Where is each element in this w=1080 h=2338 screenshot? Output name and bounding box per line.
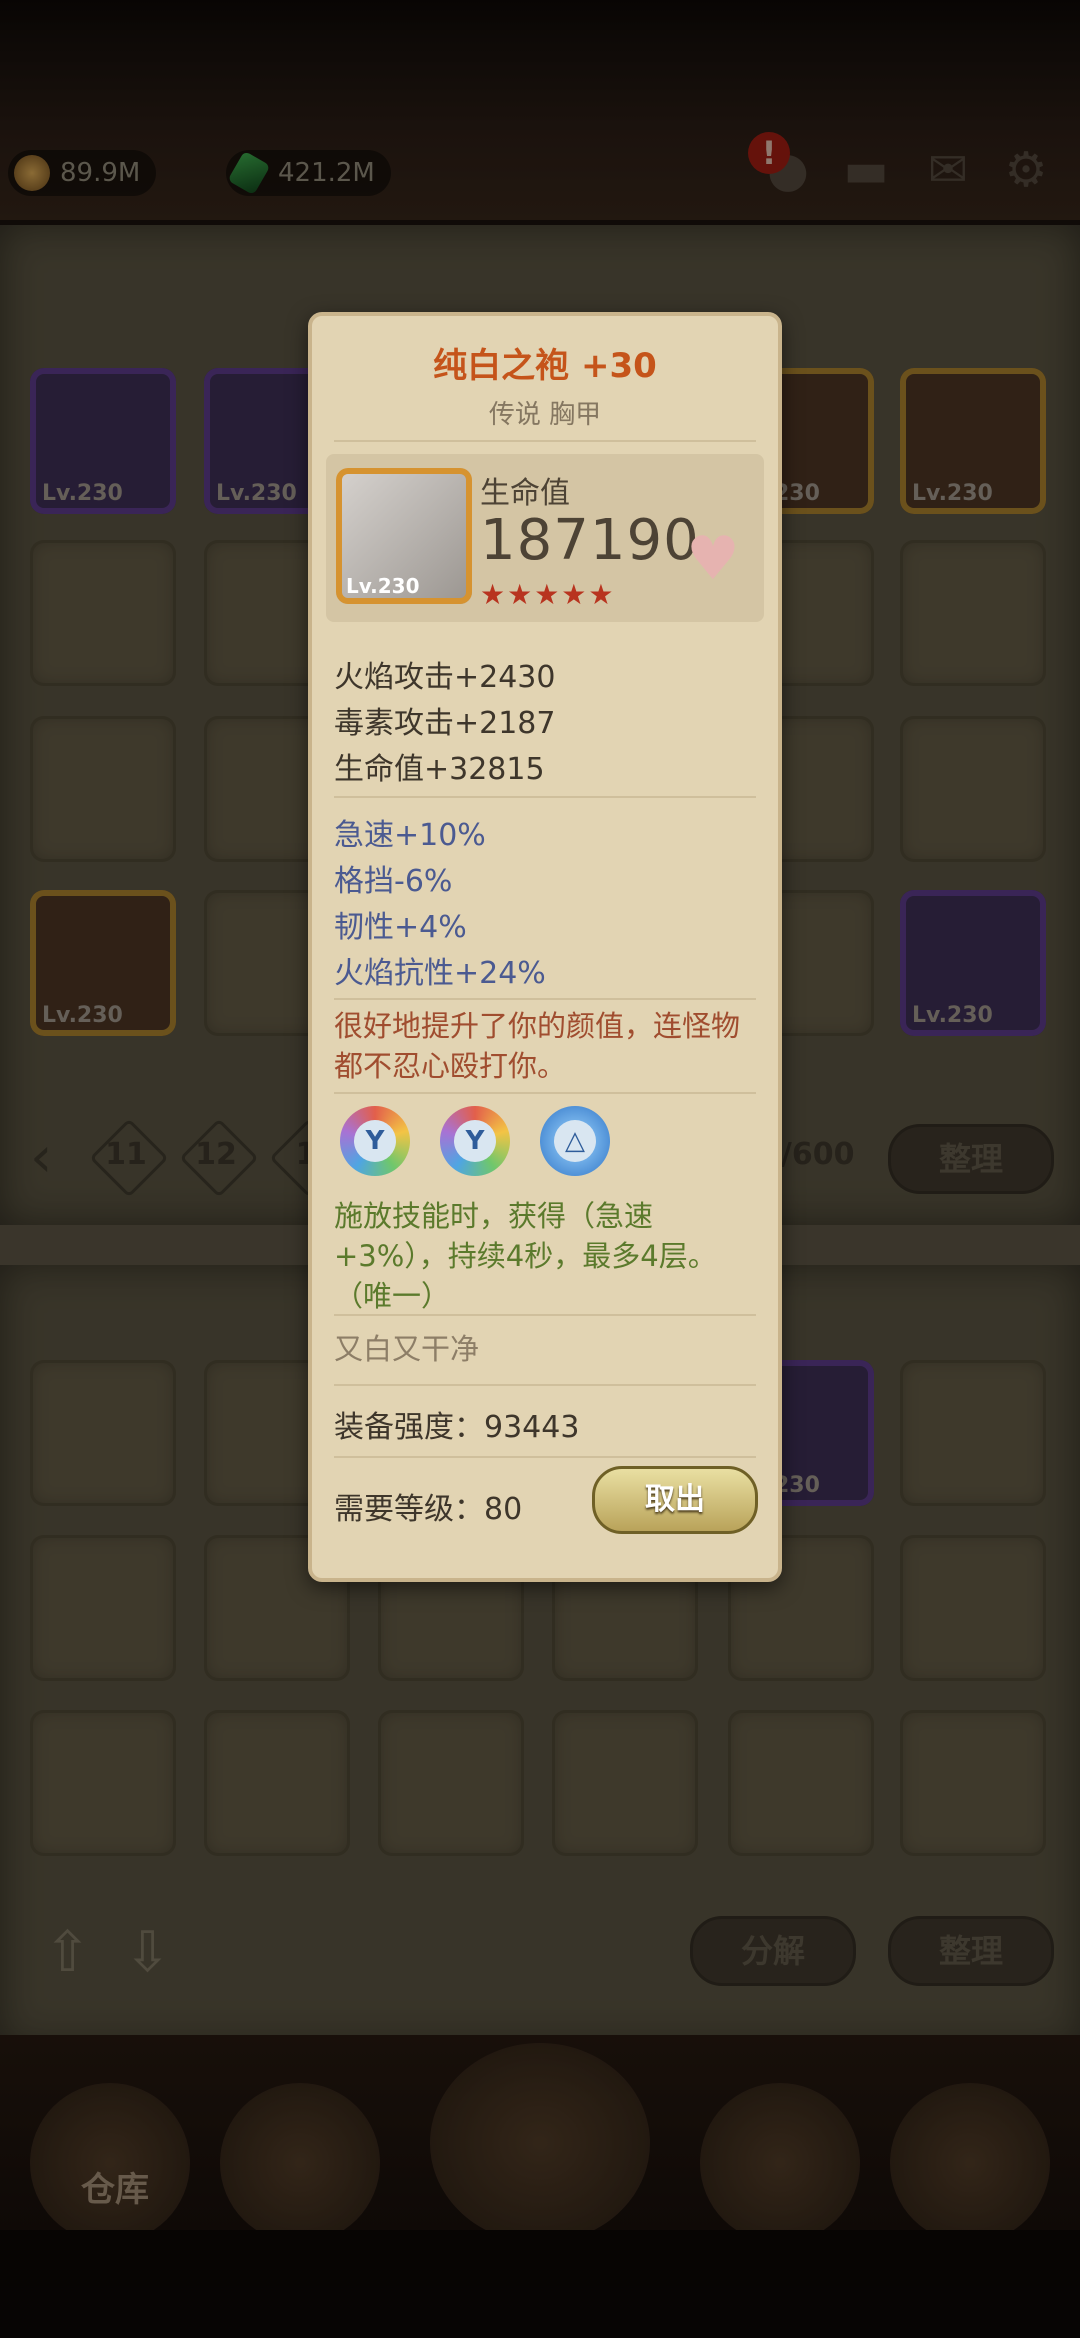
robe-icon: Lv.230 — [336, 468, 472, 604]
item-level: Lv.230 — [346, 574, 420, 598]
equipment-power: 装备强度：93443 — [334, 1410, 580, 1445]
item-subtitle: 传说 胸甲 — [488, 400, 602, 430]
stat-line: 生命值+32815 — [334, 752, 545, 787]
item-tooltip: 纯白之袍 +30 传说 胸甲 Lv.230 生命值 187190 ★★★★★ ♥… — [308, 312, 782, 1582]
divider — [334, 1314, 756, 1316]
bonus-stat: 急速+10% — [334, 818, 486, 853]
heart-icon: ♥ — [686, 524, 740, 594]
socket-gem-icon: Y — [340, 1106, 410, 1176]
item-summary: Lv.230 生命值 187190 ★★★★★ ♥ — [326, 454, 764, 622]
divider — [334, 998, 756, 1000]
bonus-stat: 韧性+4% — [334, 910, 467, 945]
main-stat-value: 187190 — [480, 508, 700, 573]
stat-line: 毒素攻击+2187 — [334, 706, 556, 741]
star-rating: ★★★★★ — [480, 578, 616, 611]
bonus-stat: 火焰抗性+24% — [334, 956, 546, 991]
socket-gem-icon: △ — [540, 1106, 610, 1176]
divider — [334, 440, 756, 442]
divider — [334, 796, 756, 798]
socket-gem-icon: Y — [440, 1106, 510, 1176]
item-title: 纯白之袍 +30 — [433, 346, 657, 386]
stat-line: 火焰攻击+2430 — [334, 660, 556, 695]
bonus-stat: 格挡-6% — [334, 864, 453, 899]
divider — [334, 1384, 756, 1386]
main-stat-label: 生命值 — [480, 476, 570, 511]
divider — [334, 1456, 756, 1458]
take-out-button[interactable]: 取出 — [592, 1466, 758, 1534]
item-description: 很好地提升了你的颜值，连怪物都不忍心殴打你。 — [334, 1009, 741, 1083]
divider — [334, 1092, 756, 1094]
item-skill: 施放技能时，获得（急速+3%），持续4秒，最多4层。（唯一） — [334, 1199, 717, 1313]
required-level: 需要等级：80 — [334, 1492, 523, 1527]
item-flavor: 又白又干净 — [334, 1332, 480, 1366]
